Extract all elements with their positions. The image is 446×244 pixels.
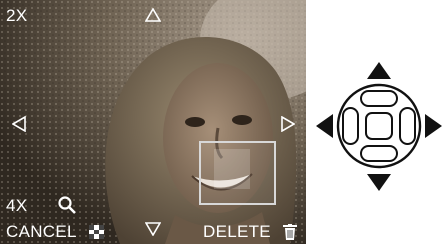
- dial-down-button[interactable]: [360, 145, 398, 162]
- zoom-position-frame: [199, 141, 276, 205]
- cursor-down-arrow-icon[interactable]: [367, 174, 391, 191]
- dial-center-button[interactable]: [365, 112, 393, 140]
- cursor-dial: [316, 62, 442, 191]
- magnifier-icon: [58, 196, 76, 214]
- zoom-area-indicator: [214, 149, 250, 189]
- cursor-up-arrow-icon[interactable]: [367, 62, 391, 79]
- camera-lcd-screen: 2X 4X CANCEL DELETE: [0, 0, 306, 244]
- zoom-level-2x: 2X: [6, 6, 28, 25]
- triangle-up-outline-icon[interactable]: [145, 8, 161, 22]
- checkerboard-icon: [89, 225, 104, 239]
- dial-up-button[interactable]: [360, 90, 398, 107]
- triangle-right-outline-icon[interactable]: [281, 116, 295, 132]
- dial-right-button[interactable]: [399, 107, 416, 145]
- trash-icon: [283, 224, 297, 240]
- cursor-left-arrow-icon[interactable]: [316, 114, 333, 138]
- zoom-level-4x: 4X: [6, 196, 28, 215]
- cursor-right-arrow-icon[interactable]: [425, 114, 442, 138]
- triangle-down-outline-icon[interactable]: [145, 222, 161, 236]
- cancel-button[interactable]: CANCEL: [6, 223, 77, 240]
- dial-left-button[interactable]: [342, 107, 359, 145]
- triangle-left-outline-icon[interactable]: [12, 116, 26, 132]
- delete-button[interactable]: DELETE: [203, 223, 271, 240]
- playback-photo: [0, 0, 306, 244]
